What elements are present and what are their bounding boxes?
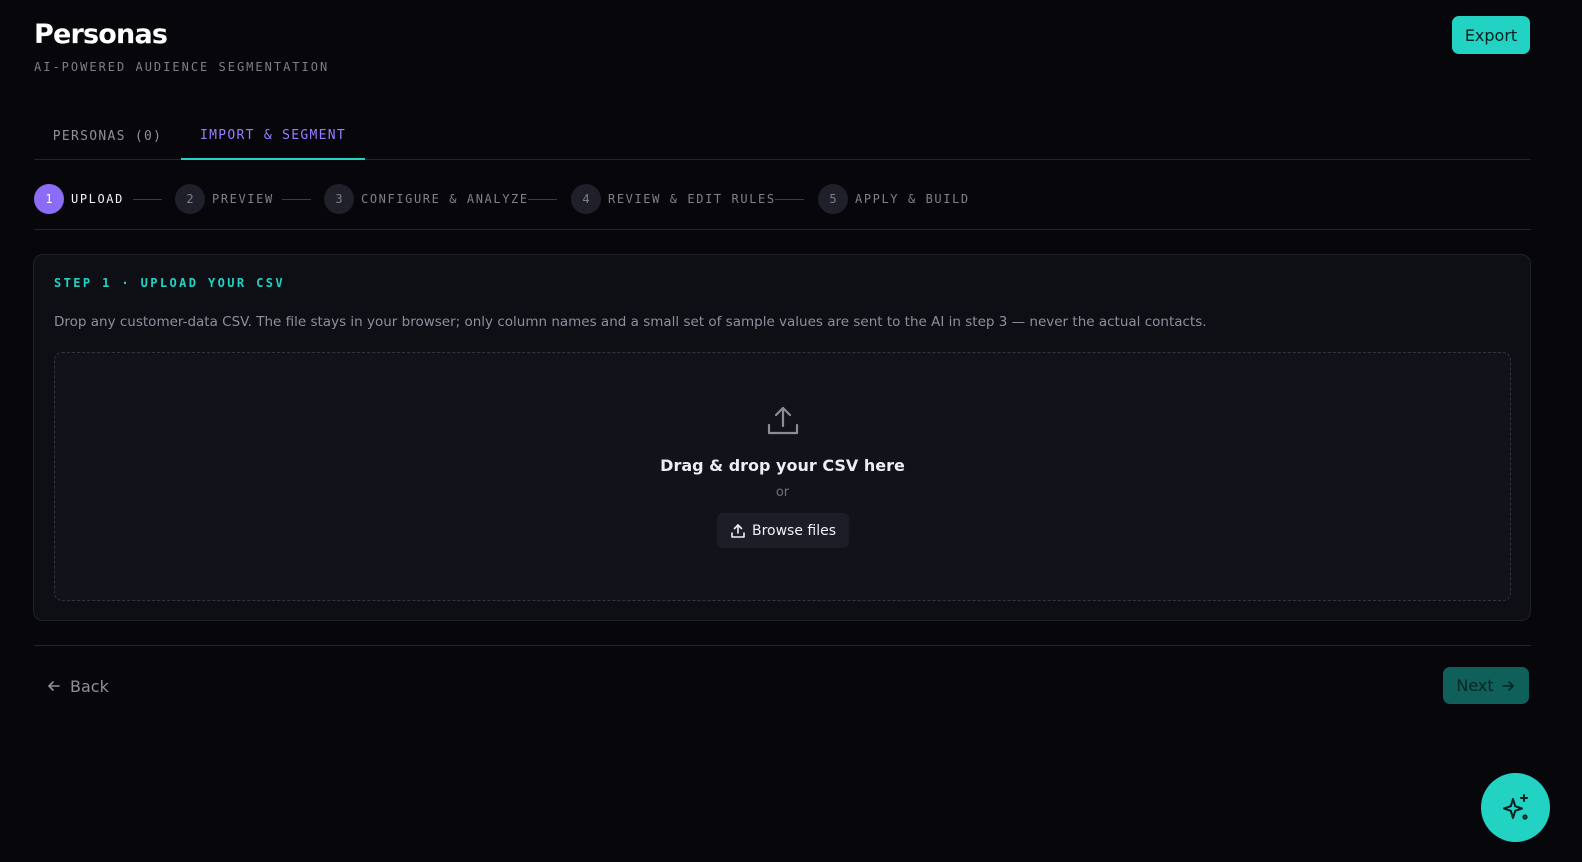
next-button[interactable]: Next [1443,667,1529,704]
step-apply-build[interactable]: 5 APPLY & BUILD [818,184,970,214]
footer-divider [34,645,1531,646]
arrow-left-icon [48,681,60,691]
dropzone-title: Drag & drop your CSV here [660,456,905,475]
page-subtitle: AI-POWERED AUDIENCE SEGMENTATION [34,60,330,74]
back-label: Back [70,676,109,696]
step-label: UPLOAD [71,192,124,206]
dropzone-or: or [775,485,790,500]
page-header: Personas AI-POWERED AUDIENCE SEGMENTATIO… [34,18,329,74]
step-label: APPLY & BUILD [855,192,970,206]
step-number: 5 [818,184,848,214]
step-label: CONFIGURE & ANALYZE [361,192,529,206]
sparkle-icon [1502,793,1528,820]
step-number: 2 [175,184,205,214]
card-description: Drop any customer-data CSV. The file sta… [54,314,1207,330]
app-page: Personas AI-POWERED AUDIENCE SEGMENTATIO… [0,0,1582,862]
step-label: REVIEW & EDIT RULES [608,192,776,206]
wizard-stepper: 1 UPLOAD 2 PREVIEW 3 CONFIGURE & ANALYZE… [34,184,1531,230]
card-heading: STEP 1 · UPLOAD YOUR CSV [54,276,285,290]
step-configure-analyze[interactable]: 3 CONFIGURE & ANALYZE [324,184,529,214]
tab-import-segment[interactable]: IMPORT & SEGMENT [181,113,365,160]
tab-personas[interactable]: PERSONAS (0) [34,113,181,160]
next-label: Next [1456,676,1494,695]
step-connector [528,199,557,200]
step-upload[interactable]: 1 UPLOAD [34,184,124,214]
step-connector [133,199,162,200]
upload-card: STEP 1 · UPLOAD YOUR CSV Drop any custom… [33,254,1531,621]
step-number: 1 [34,184,64,214]
step-label: PREVIEW [212,192,274,206]
browse-files-button[interactable]: Browse files [717,513,849,548]
step-number: 4 [571,184,601,214]
step-preview[interactable]: 2 PREVIEW [175,184,274,214]
page-title: Personas [34,19,168,50]
step-review-edit-rules[interactable]: 4 REVIEW & EDIT RULES [571,184,776,214]
step-connector [282,199,311,200]
tab-bar: PERSONAS (0) IMPORT & SEGMENT [34,113,1531,160]
arrow-right-icon [1501,680,1514,691]
step-number: 3 [324,184,354,214]
upload-icon [767,406,799,435]
ai-assistant-button[interactable] [1481,773,1550,842]
export-button[interactable]: Export [1452,16,1530,54]
csv-dropzone[interactable]: Drag & drop your CSV here or Browse file… [54,352,1511,601]
back-button[interactable]: Back [46,671,109,701]
browse-files-label: Browse files [751,522,837,539]
upload-small-icon [731,523,745,538]
step-connector [775,199,804,200]
